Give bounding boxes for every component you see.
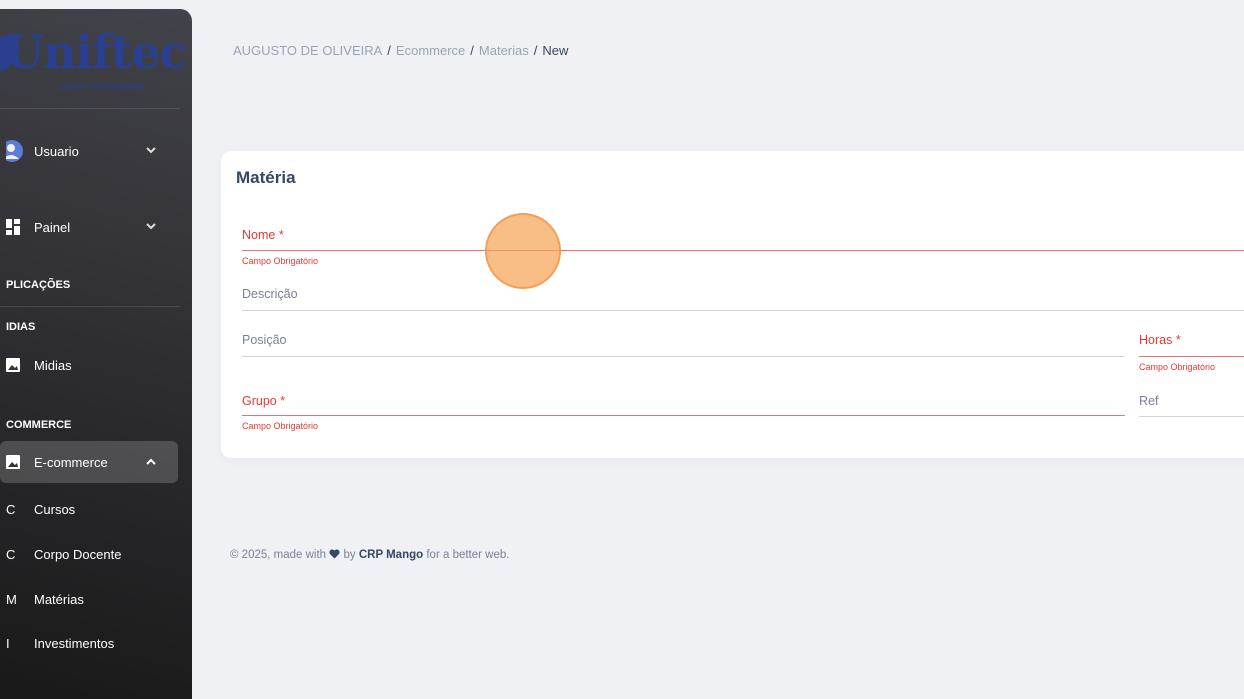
sidebar-subitem-label: Investimentos	[34, 635, 115, 651]
grupo-helper-text: Campo Obrigatório	[242, 421, 319, 431]
horas-field[interactable]: Horas * Campo Obrigatório	[1139, 333, 1244, 375]
sidebar-item-midias[interactable]: Midias	[0, 344, 178, 386]
sidebar-item-painel[interactable]: Painel	[0, 206, 178, 248]
sidebar-subitem-label: Matérias	[34, 591, 84, 607]
breadcrumb-separator: /	[533, 43, 538, 58]
sidebar-subitem-abbr: M	[6, 591, 17, 607]
sidebar-subitem-corpo-docente[interactable]: C Corpo Docente	[0, 539, 178, 569]
section-title-aplicacoes: PLICAÇÕES	[6, 279, 71, 291]
sidebar-item-usuario[interactable]: Usuario	[0, 130, 178, 172]
sidebar-divider	[0, 306, 180, 307]
logo-subtext: centro universitário	[60, 81, 145, 92]
heart-icon	[329, 549, 340, 559]
ref-underline	[1139, 416, 1244, 417]
nome-label: Nome *	[242, 228, 284, 242]
breadcrumb-current: New	[542, 43, 569, 58]
sidebar-subitem-label: Corpo Docente	[34, 546, 122, 562]
breadcrumb-separator: /	[470, 43, 474, 58]
footer-by: by	[343, 549, 356, 561]
nome-field[interactable]: Nome * Campo Obrigatório	[242, 228, 1244, 268]
sidebar-subitem-materias[interactable]: M Matérias	[0, 584, 178, 614]
posicao-label: Posição	[242, 333, 287, 347]
nome-underline	[242, 250, 1244, 251]
chevron-down-icon	[146, 145, 156, 157]
sidebar-item-label: E-commerce	[34, 454, 108, 470]
grupo-field[interactable]: Grupo * Campo Obrigatório	[242, 394, 1125, 436]
sidebar-subitem-label: Cursos	[34, 501, 76, 517]
sidebar-item-label: Usuario	[34, 143, 79, 159]
sidebar-subitem-cursos[interactable]: C Cursos	[0, 494, 178, 524]
breadcrumb-separator: /	[387, 43, 391, 58]
breadcrumb-item-user[interactable]: AUGUSTO DE OLIVEIRA	[233, 43, 382, 58]
descricao-underline	[242, 310, 1244, 311]
image-icon	[6, 455, 20, 469]
posicao-field[interactable]: Posição	[242, 333, 1125, 359]
logo-text: Uniftec	[4, 25, 187, 79]
posicao-underline	[242, 356, 1125, 357]
sidebar-subitem-abbr: C	[6, 546, 16, 562]
brand-logo[interactable]: Uniftec centro universitário	[0, 23, 192, 103]
sidebar-item-ecommerce[interactable]: E-commerce	[0, 441, 178, 483]
grupo-underline	[242, 415, 1125, 416]
footer-suffix: for a better web.	[426, 549, 510, 561]
click-indicator	[485, 213, 561, 289]
descricao-label: Descrição	[242, 287, 298, 301]
ref-field[interactable]: Ref	[1139, 394, 1244, 420]
footer-brand-link[interactable]: CRP Mango	[359, 549, 423, 561]
footer-prefix: © 2025, made with	[230, 549, 327, 561]
footer: © 2025, made with by CRP Mango for a bet…	[230, 549, 509, 561]
horas-helper-text: Campo Obrigatório	[1139, 362, 1216, 372]
sidebar-divider	[0, 108, 180, 109]
user-avatar-icon	[6, 140, 28, 162]
horas-label: Horas *	[1139, 333, 1181, 347]
nome-helper-text: Campo Obrigatório	[242, 256, 319, 266]
section-title-midias: IDIAS	[6, 321, 36, 333]
sidebar-subitem-abbr: C	[6, 501, 16, 517]
dashboard-icon	[6, 219, 20, 235]
chevron-up-icon	[146, 456, 156, 468]
breadcrumb-item-ecommerce[interactable]: Ecommerce	[396, 43, 465, 58]
image-icon	[6, 358, 20, 372]
sidebar-item-label: Painel	[34, 219, 71, 235]
form-title: Matéria	[236, 168, 296, 187]
sidebar: Uniftec centro universitário Usuario Pai…	[0, 9, 192, 699]
grupo-label: Grupo *	[242, 394, 286, 408]
breadcrumb: AUGUSTO DE OLIVEIRA / Ecommerce / Materias / N…	[233, 43, 568, 58]
sidebar-subitem-investimentos[interactable]: I Investimentos	[0, 628, 178, 658]
sidebar-subitem-abbr: I	[6, 635, 10, 651]
chevron-down-icon	[146, 221, 156, 233]
horas-underline	[1139, 356, 1244, 357]
descricao-field[interactable]: Descrição	[242, 287, 1244, 313]
materia-form-card: Matéria Nome * Campo Obrigatório Descriç…	[221, 151, 1244, 458]
section-title-ecommerce: COMMERCE	[6, 419, 72, 431]
sidebar-item-label: Midias	[34, 357, 72, 373]
ref-label: Ref	[1139, 394, 1159, 408]
breadcrumb-item-materias[interactable]: Materias	[479, 43, 529, 58]
